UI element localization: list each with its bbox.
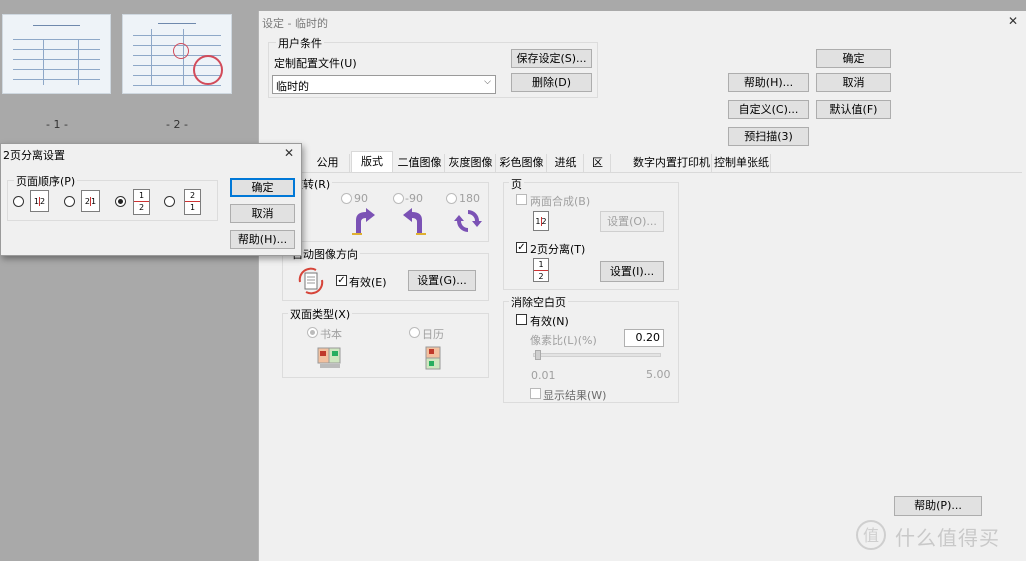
merge-layout-icon: 12 <box>533 211 549 231</box>
auto-direction-enable-checkbox[interactable]: ✓ <box>336 275 347 286</box>
order-top-bottom-icon: 12 <box>133 189 150 215</box>
prescan-button[interactable]: 预扫描(3) <box>728 127 809 146</box>
watermark-logo-icon: 值 <box>856 520 886 550</box>
split-dialog-title: 2页分离设置 <box>3 149 65 162</box>
rotation-90-radio[interactable] <box>341 193 352 204</box>
ok-button[interactable]: 确定 <box>816 49 891 68</box>
pixel-ratio-input[interactable]: 0.20 <box>624 329 664 347</box>
rotate-180-icon <box>454 210 482 232</box>
defaults-button[interactable]: 默认值(F) <box>816 100 891 119</box>
split-layout-icon: 12 <box>533 258 549 282</box>
chevron-down-icon: ⌵ <box>484 77 491 87</box>
split-dialog-help-button[interactable]: 帮助(H)... <box>230 230 295 249</box>
page-order-radio-1[interactable] <box>13 196 24 207</box>
slider-max-label: 5.00 <box>646 368 671 381</box>
duplex-book-label: 书本 <box>320 328 342 341</box>
tab-single-sheet-control[interactable]: 控制单张纸 <box>713 154 771 172</box>
page-thumbnail-1[interactable] <box>2 14 111 94</box>
page-order-radio-3[interactable] <box>115 196 126 207</box>
auto-orientation-icon <box>298 267 324 295</box>
split-settings-button[interactable]: 设置(I)... <box>600 261 664 282</box>
blank-page-enable-checkbox[interactable] <box>516 314 527 325</box>
page-order-radio-2[interactable] <box>64 196 75 207</box>
show-result-label: 显示结果(W) <box>543 389 607 402</box>
page-number-2: - 2 - <box>166 118 188 131</box>
watermark-text: 什么值得买 <box>895 526 1000 550</box>
order-left-right-icon: 12 <box>30 190 49 212</box>
page-order-radio-4[interactable] <box>164 196 175 207</box>
rotate-minus90-icon <box>403 208 426 235</box>
rotation-90-label: 90 <box>354 192 368 205</box>
rotation-minus90-label: -90 <box>405 192 423 205</box>
help-bottom-button[interactable]: 帮助(P)... <box>894 496 982 516</box>
rotate-90-icon <box>352 208 375 235</box>
page-thumbnail-2[interactable] <box>122 14 232 94</box>
split-two-pages-label: 2页分离(T) <box>530 243 586 256</box>
calendar-duplex-icon <box>425 346 441 370</box>
page-number-1: - 1 - <box>46 118 68 131</box>
duplex-type-label: 双面类型(X) <box>288 306 353 322</box>
page-order-label: 页面顺序(P) <box>14 173 78 189</box>
duplex-calendar-label: 日历 <box>422 328 444 341</box>
close-icon[interactable]: ✕ <box>284 146 294 160</box>
tab-content-panel <box>282 172 1022 173</box>
tab-common[interactable]: 公用 <box>306 154 350 172</box>
tab-digital-imprinter[interactable]: 数字内置打印机 <box>632 154 712 172</box>
custom-button[interactable]: 自定义(C)... <box>728 100 809 119</box>
pixel-ratio-slider-thumb[interactable] <box>535 350 541 360</box>
duplex-type-group <box>282 313 489 378</box>
split-dialog-ok-button[interactable]: 确定 <box>230 178 295 197</box>
cancel-button[interactable]: 取消 <box>816 73 891 92</box>
profile-label: 定制配置文件(U) <box>274 57 357 70</box>
close-icon[interactable]: ✕ <box>1008 14 1018 28</box>
split-two-pages-checkbox[interactable]: ✓ <box>516 242 527 253</box>
duplex-calendar-radio[interactable] <box>409 327 420 338</box>
blank-page-label: 消除空白页 <box>509 294 568 310</box>
duplex-book-radio[interactable] <box>307 327 318 338</box>
auto-direction-enable-label: 有效(E) <box>349 276 387 289</box>
pixel-ratio-label: 像素比(L)(%) <box>530 334 597 347</box>
user-conditions-label: 用户条件 <box>276 35 324 51</box>
tab-paper-feed[interactable]: 进纸 <box>548 154 584 172</box>
merge-sides-checkbox[interactable] <box>516 194 527 205</box>
delete-button[interactable]: 删除(D) <box>511 73 592 92</box>
profile-select[interactable]: 临时的 ⌵ <box>272 75 496 94</box>
pixel-ratio-slider-track[interactable] <box>533 353 661 357</box>
tab-color-image[interactable]: 彩色图像 <box>497 154 547 172</box>
merge-settings-button[interactable]: 设置(O)... <box>600 211 664 232</box>
settings-window-title: 设定 - 临时的 <box>262 17 328 30</box>
rotation-180-radio[interactable] <box>446 193 457 204</box>
rotation-minus90-radio[interactable] <box>393 193 404 204</box>
tab-binary-image[interactable]: 二值图像 <box>395 154 445 172</box>
tab-grayscale-image[interactable]: 灰度图像 <box>446 154 496 172</box>
slider-min-label: 0.01 <box>531 369 556 382</box>
order-right-left-icon: 21 <box>81 190 100 212</box>
book-duplex-icon <box>317 347 341 368</box>
merge-sides-label: 两面合成(B) <box>530 195 591 208</box>
red-seal-icon <box>193 55 223 85</box>
split-dialog-cancel-button[interactable]: 取消 <box>230 204 295 223</box>
page-group-label: 页 <box>509 176 524 192</box>
red-seal-icon <box>173 43 189 59</box>
tab-zone[interactable]: 区 <box>585 154 611 172</box>
blank-page-enable-label: 有效(N) <box>530 315 569 328</box>
auto-direction-settings-button[interactable]: 设置(G)... <box>408 270 476 291</box>
help-button[interactable]: 帮助(H)... <box>728 73 809 92</box>
rotation-180-label: 180 <box>459 192 480 205</box>
tab-layout[interactable]: 版式 <box>351 151 393 173</box>
profile-select-value: 临时的 <box>276 80 309 93</box>
save-settings-button[interactable]: 保存设定(S)... <box>511 49 592 68</box>
show-result-checkbox[interactable] <box>530 388 541 399</box>
order-bottom-top-icon: 21 <box>184 189 201 215</box>
